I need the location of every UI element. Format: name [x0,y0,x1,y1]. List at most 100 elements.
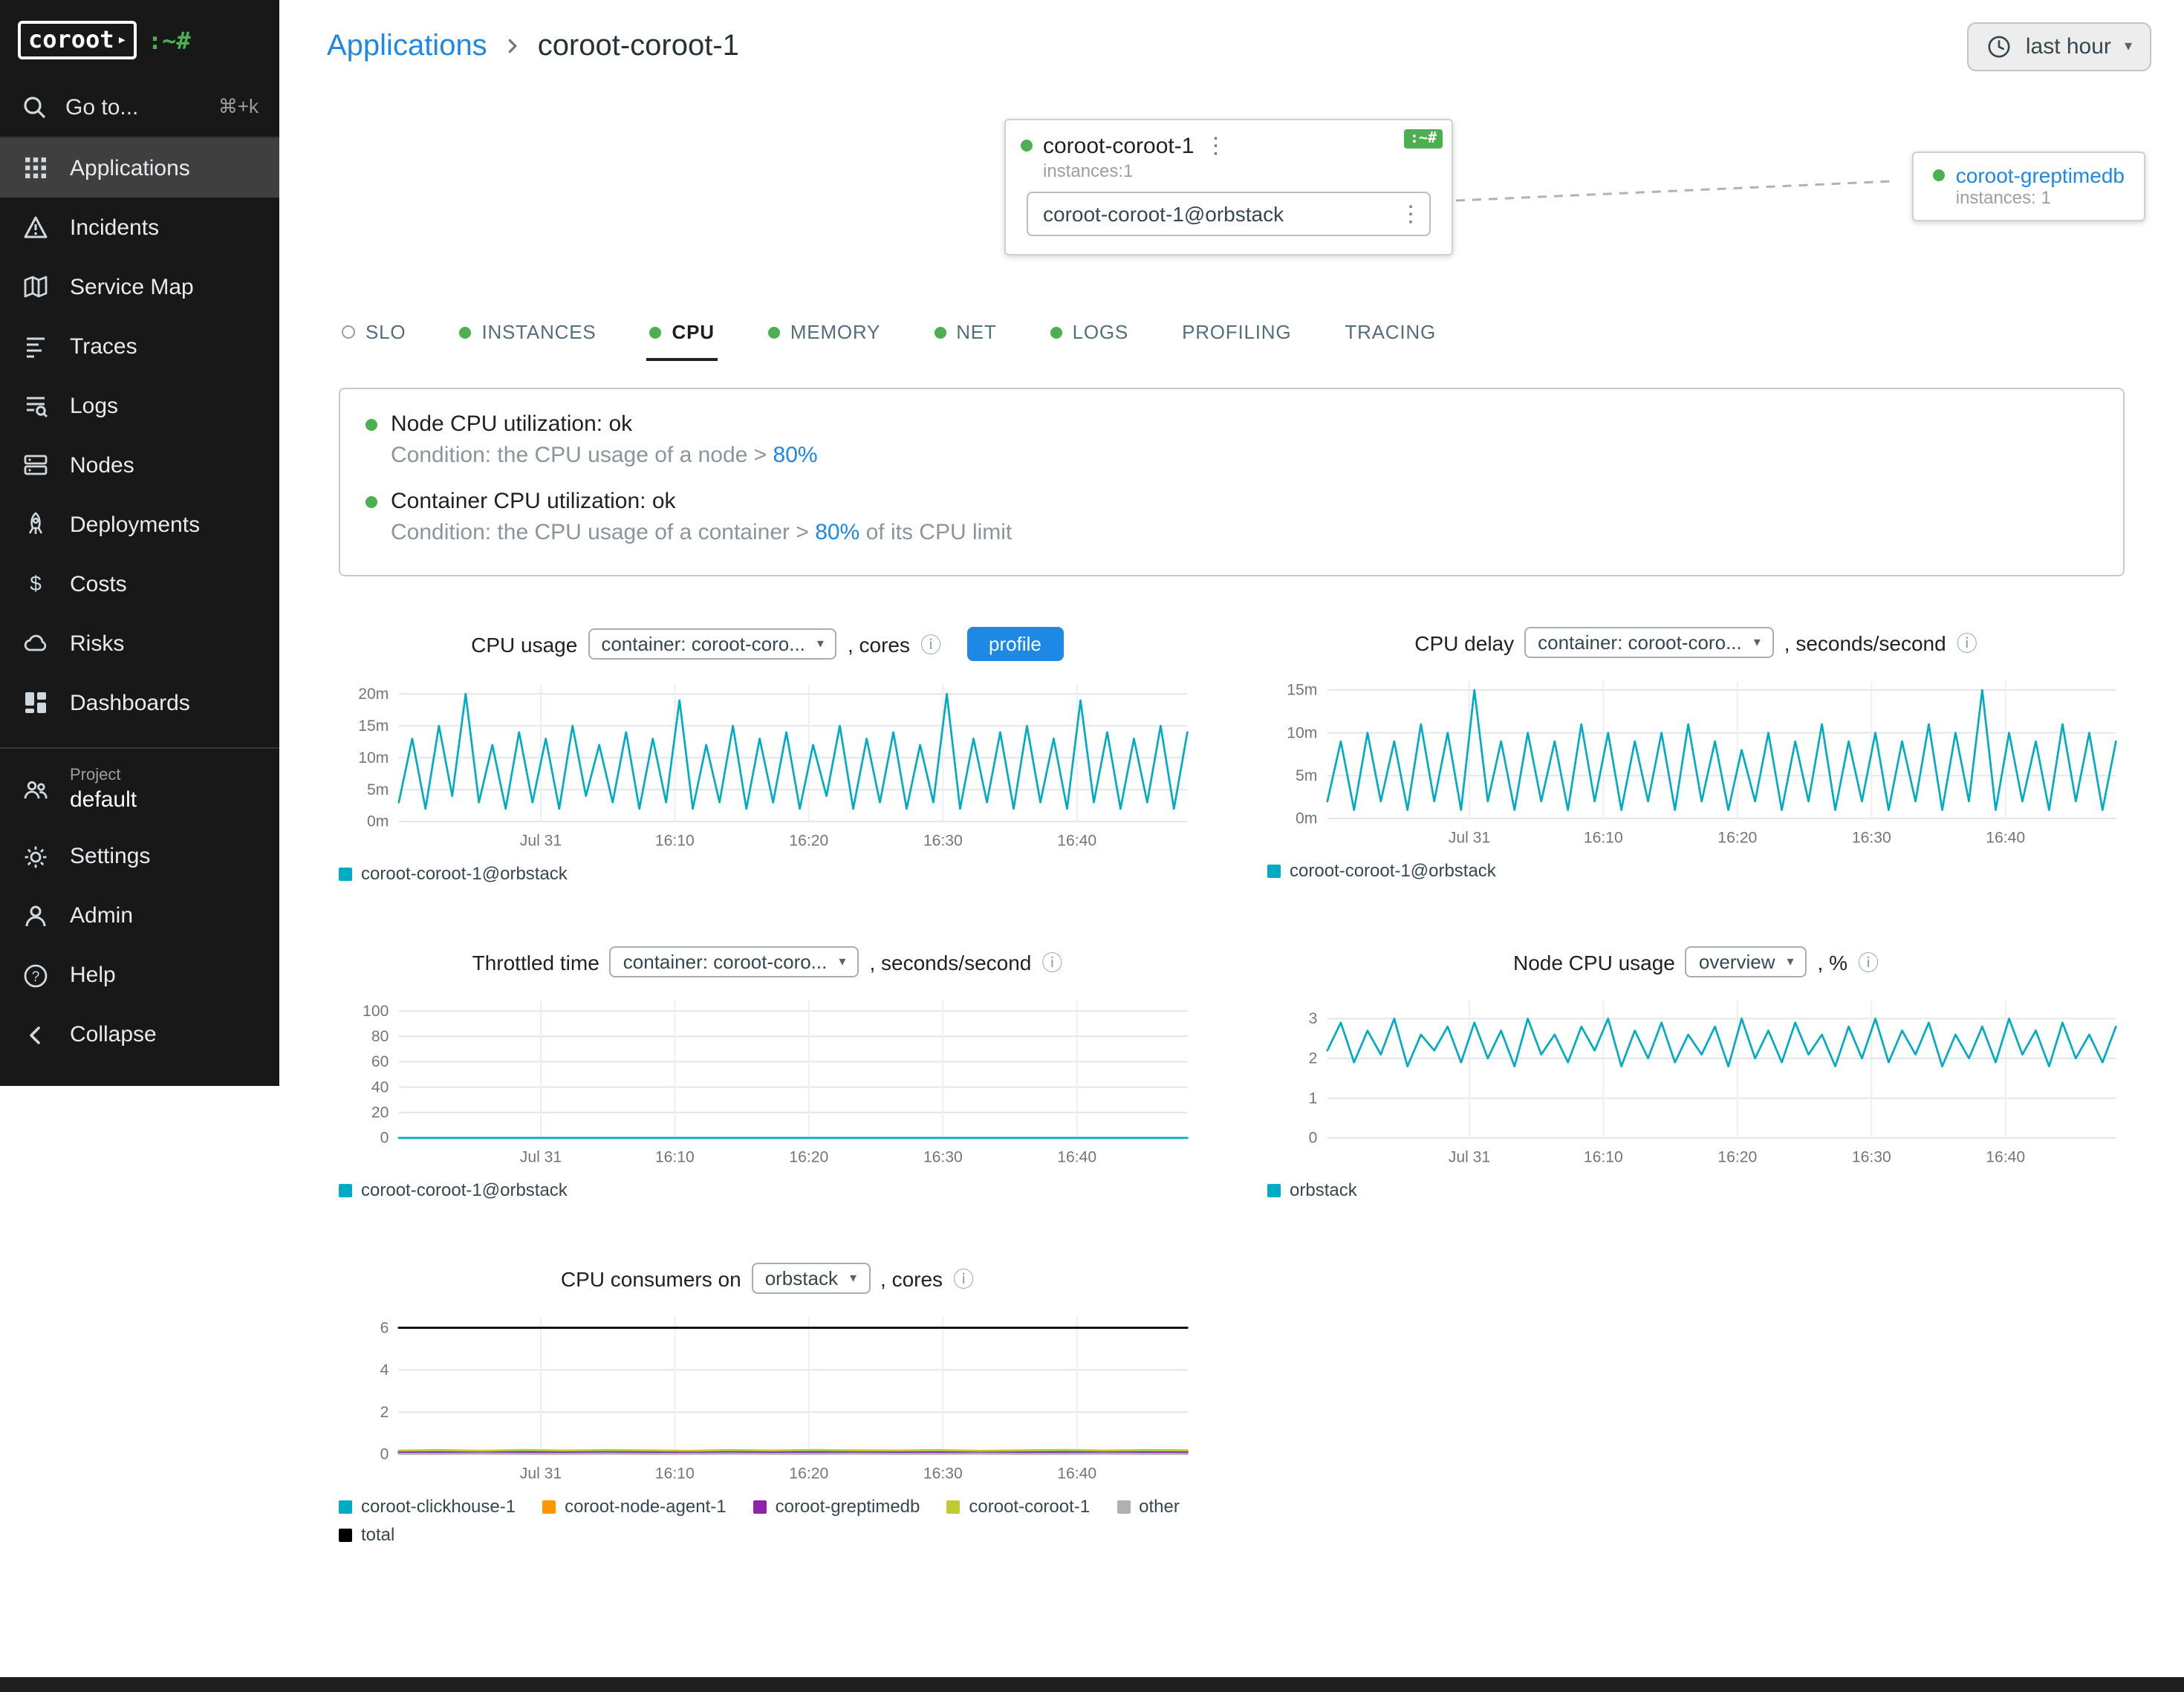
info-icon[interactable]: ⓘ [920,629,941,659]
status-dot-hollow [342,325,355,339]
threshold-link[interactable]: 80% [773,443,818,468]
project-selector[interactable]: Project default [0,761,279,827]
info-icon[interactable]: ⓘ [1858,947,1879,977]
cpu-usage-plot[interactable]: 0m5m10m15m20mJul 3116:1016:2016:3016:40 [339,673,1196,856]
instance-row[interactable]: coroot-coroot-1@orbstack ⋮ [1027,192,1431,236]
dollar-icon: $ [22,570,49,597]
tab-logs[interactable]: LOGS [1047,306,1131,361]
svg-text:15m: 15m [358,718,389,735]
threshold-link[interactable]: 80% [815,520,859,545]
sidebar-item-service-map[interactable]: Service Map [0,257,279,316]
sidebar-item-dashboards[interactable]: Dashboards [0,673,279,732]
svg-text:40: 40 [371,1078,389,1096]
svg-text:5m: 5m [1296,767,1317,784]
instances-label: instances: 1 [1956,187,2125,208]
legend-item[interactable]: coroot-coroot-1@orbstack [339,863,568,884]
chevron-down-icon: ▾ [817,636,824,652]
legend-item[interactable]: coroot-greptimedb [753,1496,920,1517]
chart-cpu-delay: CPU delay container: coroot-coro...▾ , s… [1267,627,2125,884]
kebab-menu-icon[interactable]: ⋮ [1400,201,1414,227]
sidebar-item-help[interactable]: ? Help [0,946,279,1005]
chart-series-select[interactable]: overview▾ [1686,946,1807,977]
sidebar-item-label: Help [70,963,116,988]
legend-item[interactable]: other [1117,1496,1180,1517]
profile-button[interactable]: profile [966,627,1064,661]
tab-label: CPU [672,321,715,343]
cpu-consumers-plot[interactable]: 0246Jul 3116:1016:2016:3016:40 [339,1306,1196,1488]
sidebar-item-label: Applications [70,155,190,180]
sidebar-item-traces[interactable]: Traces [0,316,279,376]
app-card-coroot-coroot-1[interactable]: :~# coroot-coroot-1 ⋮ instances:1 coroot… [1004,119,1453,256]
tab-label: INSTANCES [481,321,596,343]
legend-item[interactable]: coroot-clickhouse-1 [339,1496,516,1517]
time-range-select[interactable]: last hour ▾ [1968,22,2151,71]
legend-label: coroot-coroot-1@orbstack [1290,860,1496,881]
status-dot [768,326,780,338]
svg-text:16:30: 16:30 [1852,830,1891,847]
legend-item[interactable]: coroot-node-agent-1 [542,1496,727,1517]
tab-net[interactable]: NET [931,306,999,361]
throttled-time-plot[interactable]: 020406080100Jul 3116:1016:2016:3016:40 [339,989,1196,1172]
svg-text:0: 0 [380,1446,389,1463]
goto-search[interactable]: Go to... ⌘+k [0,77,279,138]
legend-label: coroot-clickhouse-1 [361,1496,516,1517]
help-icon: ? [22,962,49,989]
logo-prompt: :~# [148,26,191,54]
svg-text:10m: 10m [358,749,389,767]
sidebar-item-applications[interactable]: Applications [0,138,279,198]
sidebar-item-risks[interactable]: Risks [0,614,279,673]
breadcrumb-applications-link[interactable]: Applications [327,29,487,63]
cpu-delay-plot[interactable]: 0m5m10m15mJul 3116:1016:2016:3016:40 [1267,670,2125,853]
tab-tracing[interactable]: TRACING [1342,306,1439,361]
coroot-logo[interactable]: coroot▸ :~# [0,0,279,77]
sidebar-item-incidents[interactable]: Incidents [0,198,279,257]
sidebar-item-deployments[interactable]: Deployments [0,495,279,554]
sidebar-item-logs[interactable]: Logs [0,376,279,435]
breadcrumb-current: coroot-coroot-1 [538,29,739,63]
chart-series-select[interactable]: container: coroot-coro...▾ [1524,627,1774,658]
chart-legend: coroot-coroot-1@orbstack [339,1179,1196,1200]
kebab-menu-icon[interactable]: ⋮ [1204,132,1219,159]
legend-item[interactable]: total [339,1524,394,1545]
tab-instances[interactable]: INSTANCES [456,306,599,361]
legend-item[interactable]: coroot-coroot-1 [946,1496,1090,1517]
legend-item[interactable]: coroot-coroot-1@orbstack [339,1179,568,1200]
sidebar-item-nodes[interactable]: Nodes [0,435,279,495]
chevron-down-icon: ▾ [839,954,845,970]
chart-legend: orbstack [1267,1179,2125,1200]
svg-text:5m: 5m [367,781,389,798]
gear-icon [22,843,49,870]
app-card-coroot-greptimedb[interactable]: coroot-greptimedb instances: 1 [1913,152,2145,221]
sidebar-item-costs[interactable]: $Costs [0,554,279,614]
chart-node-select[interactable]: orbstack▾ [752,1263,870,1294]
svg-text:Jul 31: Jul 31 [520,1465,562,1483]
svg-text:4: 4 [380,1361,389,1379]
node-cpu-usage-plot[interactable]: 0123Jul 3116:1016:2016:3016:40 [1267,989,2125,1172]
sidebar-item-collapse[interactable]: Collapse [0,1005,279,1064]
tab-cpu[interactable]: CPU [647,306,718,361]
chart-series-select[interactable]: container: coroot-coro...▾ [588,628,837,660]
chart-unit: , seconds/second [869,950,1031,974]
chart-series-select[interactable]: container: coroot-coro...▾ [610,946,859,977]
chart-title: CPU usage [471,632,577,656]
svg-text:0: 0 [1309,1130,1318,1147]
sidebar-item-settings[interactable]: Settings [0,827,279,886]
chart-title: Node CPU usage [1513,950,1675,974]
tab-profiling[interactable]: PROFILING [1179,306,1294,361]
info-icon[interactable]: ⓘ [1041,947,1062,977]
app-card-title: coroot-coroot-1 [1043,133,1194,158]
tab-slo[interactable]: SLO [339,306,409,361]
legend-item[interactable]: coroot-coroot-1@orbstack [1267,860,1496,881]
svg-text:16:40: 16:40 [1057,1465,1096,1483]
linked-app-link[interactable]: coroot-greptimedb [1956,163,2125,187]
info-icon[interactable]: ⓘ [1957,628,1977,657]
sidebar-item-admin[interactable]: Admin [0,886,279,946]
info-icon[interactable]: ⓘ [953,1263,974,1293]
apps-grid-icon [22,154,49,181]
chart-throttled-time: Throttled time container: coroot-coro...… [339,946,1196,1200]
service-map-icon [22,273,49,300]
legend-item[interactable]: orbstack [1267,1179,1357,1200]
legend-swatch [339,867,352,880]
tab-memory[interactable]: MEMORY [765,306,883,361]
logo-caret-icon: ▸ [117,31,127,48]
